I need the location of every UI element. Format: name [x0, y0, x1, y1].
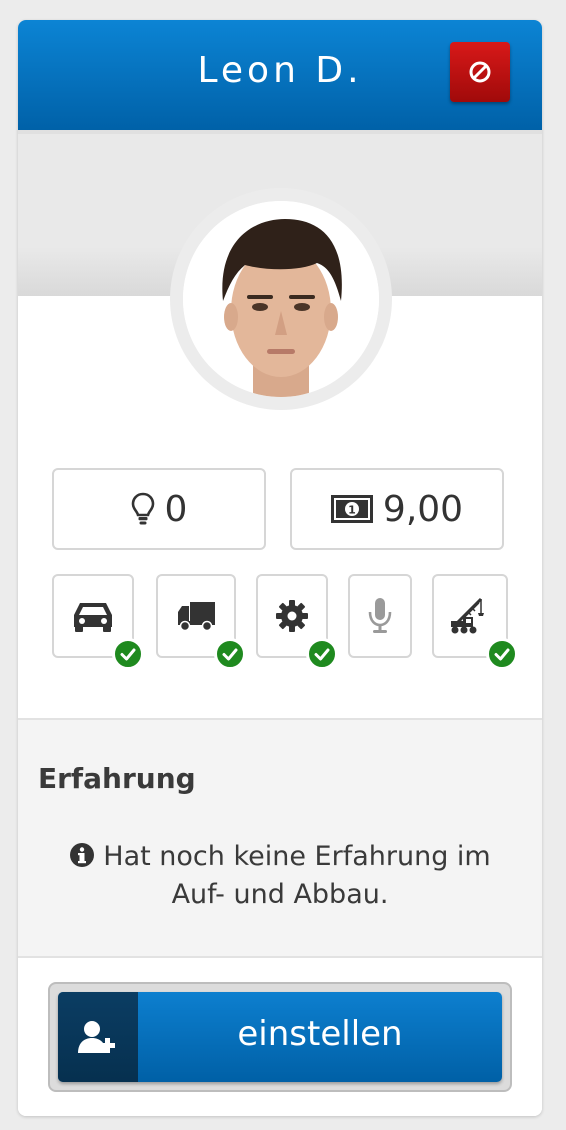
card-footer: einstellen: [18, 958, 542, 1116]
avatar-frame: [170, 188, 392, 410]
skill-crane: [432, 574, 518, 670]
verified-check-icon: [486, 638, 518, 670]
wage-value: 9,00: [382, 488, 464, 530]
avatar: [183, 201, 379, 397]
hire-button-label: einstellen: [237, 1014, 403, 1054]
wage-stat: 1 9,00: [290, 468, 504, 550]
ideas-stat: 0: [52, 468, 266, 550]
ideas-value: 0: [164, 488, 188, 530]
skill-mechanics: [256, 574, 338, 670]
experience-section: Erfahrung Hat noch keine Erfahrung im Au…: [18, 720, 542, 956]
hire-icon-box: [58, 992, 138, 1082]
experience-text: Hat noch keine Erfahrung im Auf- und Abb…: [103, 841, 491, 910]
person-portrait: [183, 201, 379, 397]
worker-card: Leon D. 0 1 9,00 Erfahrung Hat noch kein…: [18, 20, 542, 1116]
lightbulb-icon: [131, 492, 154, 525]
truck-icon: [178, 602, 215, 632]
car-icon: [74, 603, 112, 632]
money-icon: 1: [330, 495, 373, 523]
card-header: Leon D.: [18, 20, 542, 134]
skill-audio: [348, 574, 412, 658]
add-user-icon: [78, 1021, 115, 1053]
experience-title: Erfahrung: [38, 762, 196, 795]
remove-worker-button[interactable]: [450, 42, 510, 102]
crane-icon: [451, 597, 484, 634]
skill-truck: [156, 574, 246, 670]
hire-button[interactable]: einstellen: [58, 992, 502, 1082]
ban-icon: [469, 61, 491, 83]
microphone-icon: [368, 598, 392, 633]
skill-car: [52, 574, 144, 670]
verified-check-icon: [214, 638, 246, 670]
gear-icon: [276, 600, 308, 632]
verified-check-icon: [306, 638, 338, 670]
hire-button-frame: einstellen: [48, 982, 512, 1092]
experience-text-block: Hat noch keine Erfahrung im Auf- und Abb…: [48, 838, 512, 914]
info-icon: [70, 843, 95, 867]
verified-check-icon: [112, 638, 144, 670]
svg-text:1: 1: [348, 504, 356, 517]
